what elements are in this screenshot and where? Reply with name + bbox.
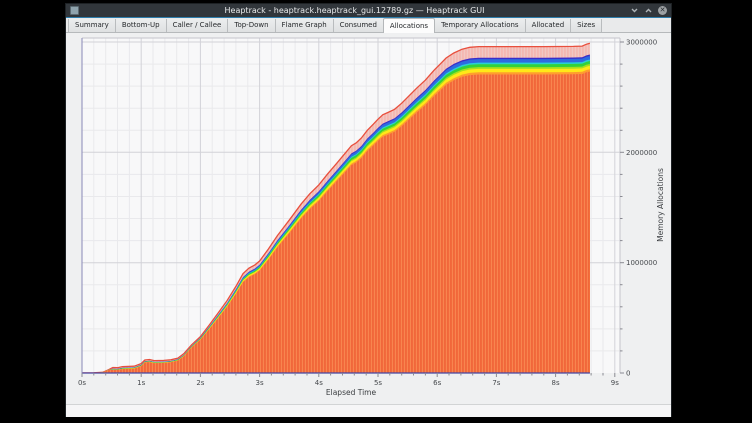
x-tick-label: 5s xyxy=(374,379,382,387)
tab-flame-graph[interactable]: Flame Graph xyxy=(276,19,334,32)
tab-top-down[interactable]: Top-Down xyxy=(228,19,275,32)
desktop-background: Heaptrack - heaptrack.heaptrack_gui.1278… xyxy=(0,0,752,423)
heaptrack-window: Heaptrack - heaptrack.heaptrack_gui.1278… xyxy=(65,3,672,417)
y-tick-label: 0 xyxy=(626,370,630,378)
tab-bottom-up[interactable]: Bottom-Up xyxy=(116,19,167,32)
window-buttons: ✕ xyxy=(630,6,667,15)
y-tick-label: 2000000 xyxy=(626,149,657,157)
tab-consumed[interactable]: Consumed xyxy=(334,19,384,32)
chart-layers: 0s 1s 2s 3s 4s 5s 6s 7s 8s 9s 0 1000000 2000000 30000… xyxy=(78,38,657,387)
close-button[interactable]: ✕ xyxy=(658,6,667,15)
maximize-button[interactable] xyxy=(644,6,653,15)
tab-temporary-allocations[interactable]: Temporary Allocations xyxy=(435,19,526,32)
x-tick-label: 7s xyxy=(492,379,500,387)
x-axis-title: Elapsed Time xyxy=(326,388,377,397)
x-tick-label: 6s xyxy=(433,379,441,387)
tab-allocations[interactable]: Allocations xyxy=(383,18,435,33)
chevron-down-icon xyxy=(631,8,638,13)
titlebar[interactable]: Heaptrack - heaptrack.heaptrack_gui.1278… xyxy=(66,4,671,18)
tab-summary[interactable]: Summary xyxy=(68,19,116,32)
chevron-up-icon xyxy=(645,8,652,13)
minimize-button[interactable] xyxy=(630,6,639,15)
x-tick-label: 1s xyxy=(137,379,145,387)
x-tick-label: 0s xyxy=(78,379,86,387)
allocations-chart[interactable]: 0s 1s 2s 3s 4s 5s 6s 7s 8s 9s 0 1000000 2000000 30000… xyxy=(66,33,671,404)
x-tick-label: 8s xyxy=(552,379,560,387)
tab-caller-callee[interactable]: Caller / Callee xyxy=(167,19,229,32)
tab-allocated[interactable]: Allocated xyxy=(526,19,572,32)
close-icon: ✕ xyxy=(658,6,667,15)
x-tick-label: 3s xyxy=(256,379,264,387)
tab-content-allocations: 0s 1s 2s 3s 4s 5s 6s 7s 8s 9s 0 1000000 2000000 30000… xyxy=(66,33,671,417)
y-tick-label: 3000000 xyxy=(626,39,657,47)
y-tick-label: 1000000 xyxy=(626,259,657,267)
x-tick-label: 9s xyxy=(611,379,619,387)
tab-bar: SummaryBottom-UpCaller / CalleeTop-DownF… xyxy=(66,18,671,33)
y-axis-title: Memory Allocations xyxy=(656,168,665,242)
x-tick-label: 4s xyxy=(315,379,323,387)
tab-sizes[interactable]: Sizes xyxy=(571,19,602,32)
x-tick-label: 2s xyxy=(196,379,204,387)
app-icon xyxy=(70,6,79,15)
window-title: Heaptrack - heaptrack.heaptrack_gui.1278… xyxy=(79,4,630,17)
status-bar xyxy=(66,404,671,417)
